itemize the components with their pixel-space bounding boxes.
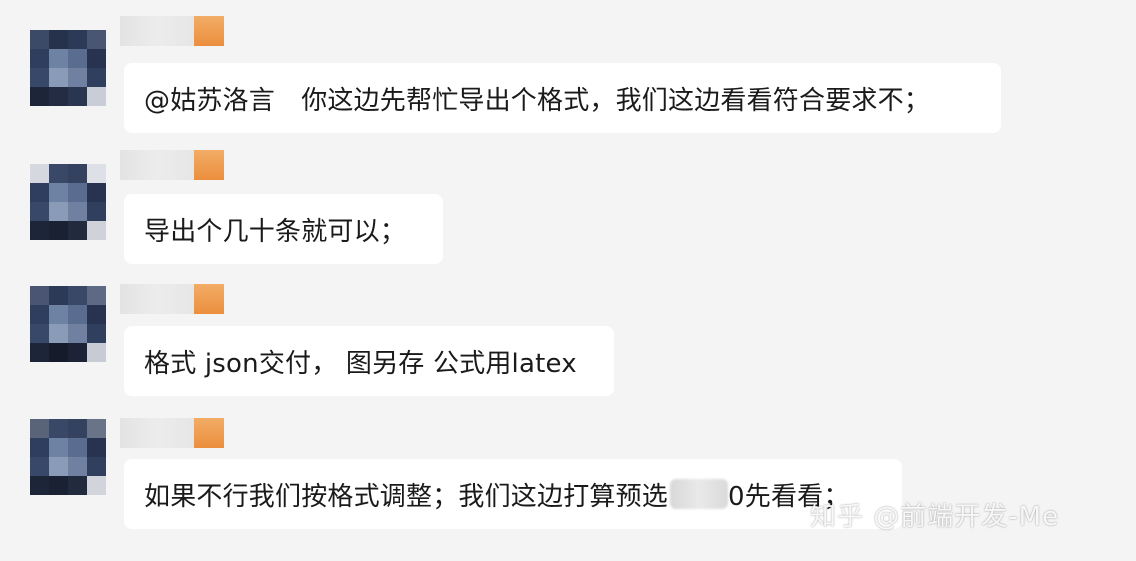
- avatar[interactable]: [30, 419, 106, 495]
- redacted-number: [670, 479, 729, 509]
- sender-name-redacted: [120, 16, 224, 46]
- avatar[interactable]: [30, 286, 106, 362]
- message-text: 格式 json交付， 图另存 公式用latex: [144, 348, 577, 379]
- message-bubble[interactable]: 格式 json交付， 图另存 公式用latex: [124, 326, 614, 396]
- avatar[interactable]: [30, 164, 106, 240]
- avatar[interactable]: [30, 30, 106, 106]
- sender-name-redacted: [120, 284, 224, 314]
- sender-name-redacted: [120, 418, 224, 448]
- message-bubble[interactable]: 导出个几十条就可以；: [124, 194, 443, 264]
- message-text: 导出个几十条就可以；: [144, 216, 407, 247]
- message-bubble[interactable]: 如果不行我们按格式调整；我们这边打算预选 0先看看；: [124, 459, 902, 529]
- sender-name-redacted: [120, 150, 224, 180]
- watermark-zhihu: 知乎 @前端开发-Me: [810, 502, 1060, 532]
- message-bubble[interactable]: @姑苏洛言 你这边先帮忙导出个格式，我们这边看看符合要求不；: [124, 63, 1001, 133]
- message-text: 如果不行我们按格式调整；我们这边打算预选: [144, 481, 669, 512]
- message-text: @姑苏洛言 你这边先帮忙导出个格式，我们这边看看符合要求不；: [144, 85, 931, 116]
